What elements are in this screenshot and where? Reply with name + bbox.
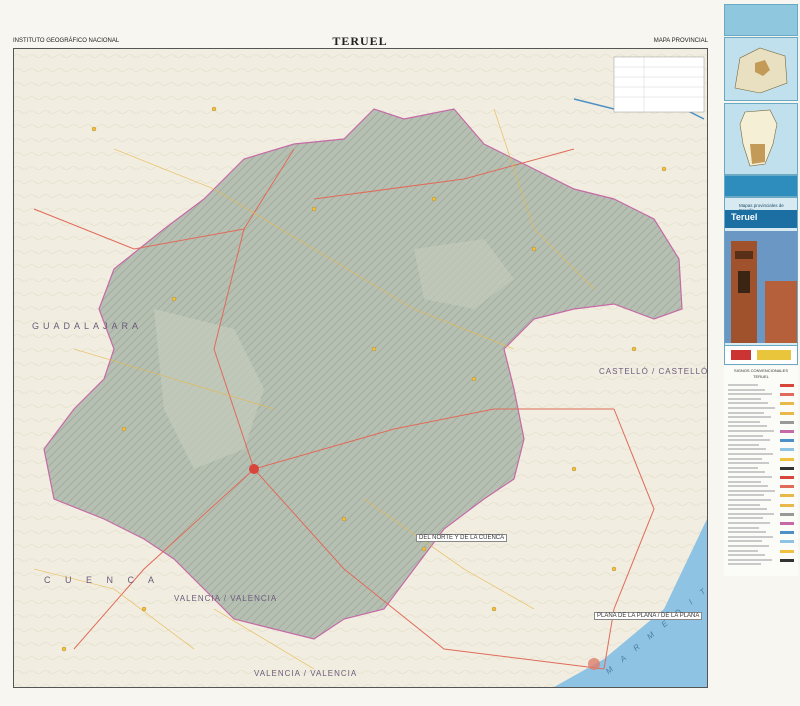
legend-row [728,425,767,428]
map-canvas[interactable]: GUADALAJARA CASTELLÓ / CASTELLÓN VALENCI… [13,48,708,688]
legend-row [728,558,772,561]
teruel-city-marker[interactable] [249,464,259,474]
legend-key [780,531,794,535]
legend-subtitle: TERUEL [753,374,769,379]
cover-photo-tower [725,231,797,343]
sidebar: Mapas provinciales de España Teruel SIGN… [724,0,800,706]
province-label-valencia: VALENCIA / VALENCIA [174,594,278,603]
legend-key [780,402,794,406]
legend-row [728,522,770,524]
legend-key [780,384,794,387]
legend-key [780,558,794,562]
map-inset-table [613,56,705,113]
map-boxed-label: PLANA DE LA PLANA / DE LA PLANA [594,612,703,620]
legend-key [780,393,794,397]
legend-key [780,430,794,433]
map-sheet: INSTITUTO GEOGRÁFICO NACIONAL TERUEL MAP… [0,0,800,706]
legend-row [728,434,763,437]
legend-row [728,448,766,451]
legend-row [728,457,762,460]
legend-row [728,480,761,483]
legend-key [780,439,794,443]
legend-row [728,526,759,529]
location-map [734,47,788,94]
valencia-city-marker[interactable] [588,658,600,670]
legend-row [728,416,771,419]
legend-key [780,457,794,461]
legend-row [728,540,762,543]
cover-title: Teruel [731,212,758,222]
legend-row [728,563,761,566]
legend-row [728,549,758,552]
legend-key [780,448,794,452]
region-map [739,109,778,167]
cover-header-panel [724,4,798,36]
legend-key [780,476,794,479]
legend-row [728,388,765,391]
legend-row [728,517,763,520]
province-label-guadalajara: GUADALAJARA [32,321,143,331]
legend-key [780,549,794,553]
ministry-logo-icon [757,350,791,360]
legend-row [728,494,764,497]
province-label-castellon: CASTELLÓ / CASTELLÓN [599,367,708,376]
legend-key [780,411,794,415]
legend-key [780,503,794,507]
legend-row [728,384,758,386]
cover-panel: Mapas provinciales de España Teruel [724,197,798,347]
legend-key [780,512,794,516]
legend-key [780,494,794,498]
info-band [724,175,798,197]
legend-row [728,508,767,511]
legend-row [728,554,765,557]
legend-row [728,397,761,400]
region-label-cuenca: C U E N C A [44,575,161,585]
legend-row [728,443,759,446]
legend-title: SIGNOS CONVENCIONALES [733,368,788,373]
legend-key [780,420,794,424]
legend-row [728,531,766,534]
legend-key [780,522,794,525]
map-boxed-label: DEL NORTE Y DE LA CUENCA [416,534,508,542]
legend-row [728,503,760,506]
legend-row [728,420,760,423]
legend-row [728,485,768,488]
legend-row [728,407,775,409]
legend-row [728,512,774,515]
legend-key [780,466,794,470]
province-label-valencia-south: VALENCIA / VALENCIA [254,669,358,678]
region-map-panel [724,103,798,175]
ign-logo-icon [731,350,751,360]
legend-row [728,499,771,501]
legend-row [728,430,774,432]
legend-row [728,489,775,492]
legend-row [728,439,770,442]
page-title: TERUEL [332,34,388,48]
legend-row [728,545,769,547]
legend-row [728,402,768,405]
legend-key [780,485,794,489]
legend-panel: SIGNOS CONVENCIONALES TERUEL [724,366,798,576]
logo-panel [724,345,798,365]
legend-key [780,540,794,544]
legend-row [728,411,764,414]
legend-row [728,453,773,455]
legend-row [728,471,765,474]
location-map-panel [724,37,798,101]
legend-row [728,535,773,538]
legend-row [728,393,772,396]
legend-row [728,476,772,478]
legend-row [728,462,769,465]
series-label: MAPA PROVINCIAL [653,38,708,44]
legend-row [728,466,758,469]
